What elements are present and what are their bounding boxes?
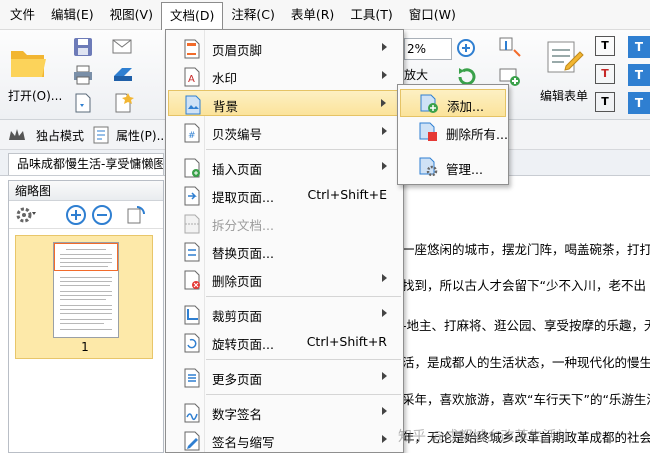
submenu-arrow-icon [382, 71, 387, 79]
rotate-thumb-icon[interactable] [125, 204, 147, 226]
scan-icon[interactable] [112, 64, 136, 84]
submenu-arrow-icon [382, 43, 387, 51]
thumbnail-page-preview [53, 242, 119, 338]
svg-text:A: A [188, 74, 195, 85]
submenu-arrow-icon [382, 274, 387, 282]
thumbnail-page-number: 1 [81, 340, 89, 354]
extract-pages-icon [184, 186, 200, 206]
menu-window[interactable]: 窗口(W) [401, 2, 464, 28]
insert-page-icon [184, 158, 200, 178]
menu-tools[interactable]: 工具(T) [342, 2, 400, 28]
menu-item-extract-pages[interactable]: 提取页面... Ctrl+Shift+E [168, 182, 401, 208]
watermark-text: 知乎 @成都城乡改革生活社 [398, 429, 571, 445]
menu-item-sign-initials[interactable]: 签名与缩写 [168, 427, 401, 453]
menu-item-watermark[interactable]: A 水印 [168, 63, 401, 89]
menu-item-bates-number[interactable]: # 贝茨编号 [168, 119, 401, 145]
document-tab[interactable]: 品味成都慢生活-享受慵懒图 [8, 153, 164, 175]
menu-file[interactable]: 文件 [0, 2, 43, 28]
edit-form-label[interactable]: 编辑表单 [540, 87, 588, 104]
menu-item-more-pages[interactable]: 更多页面 [168, 364, 401, 390]
document-text-line: 采年，喜欢旅游，喜欢“车行天下”的“乐游生活 [402, 392, 650, 407]
text-select-icon[interactable] [498, 36, 522, 58]
submenu-arrow-icon [382, 372, 387, 380]
sign-initials-icon [184, 431, 200, 451]
mail-icon[interactable] [112, 36, 136, 56]
add-background-icon [420, 94, 438, 113]
submenu-item-manage[interactable]: 管理... [400, 153, 506, 181]
bates-number-icon: # [184, 123, 200, 143]
submenu-arrow-icon [381, 99, 386, 107]
more-pages-icon [184, 368, 200, 388]
manage-background-icon [419, 157, 438, 177]
watermark-icon: A [184, 67, 200, 87]
menu-edit[interactable]: 编辑(E) [43, 2, 102, 28]
menu-item-digital-signature[interactable]: 数字签名 [168, 399, 401, 425]
crown-icon [9, 129, 25, 140]
gear-icon[interactable] [15, 205, 37, 225]
submenu-arrow-icon [382, 127, 387, 135]
header-footer-icon [184, 39, 200, 59]
delete-pages-icon [184, 270, 200, 290]
print-icon[interactable] [72, 64, 94, 86]
menu-item-rotate-pages[interactable]: 旋转页面... Ctrl+Shift+R [168, 329, 401, 355]
properties-icon [93, 126, 109, 144]
menu-form[interactable]: 表单(R) [283, 2, 342, 28]
document-text-line: -地主、打麻将、逛公园、享受按摩的乐趣，无 [402, 318, 650, 333]
new-doc-icon[interactable] [112, 92, 136, 114]
digital-signature-icon [184, 403, 200, 423]
thumbnail-page-1[interactable]: 1 [15, 235, 153, 359]
submenu-arrow-icon [382, 407, 387, 415]
menu-item-insert-page[interactable]: 插入页面 [168, 154, 401, 180]
typewriter-icon[interactable]: T [595, 92, 615, 112]
zoom-out-thumb-icon[interactable] [91, 204, 113, 226]
menu-item-replace-pages[interactable]: 替换页面... [168, 238, 401, 264]
folder-open-icon [11, 51, 46, 77]
text-box-icon[interactable]: T [628, 36, 650, 58]
text-field-icon[interactable]: T [595, 36, 615, 56]
strike-text-icon[interactable]: T [595, 64, 615, 84]
submenu-arrow-icon [382, 435, 387, 443]
rotate-pages-icon [184, 333, 200, 353]
menu-comment[interactable]: 注释(C) [223, 2, 282, 28]
submenu-arrow-icon [382, 309, 387, 317]
document-menu-dropdown: 页眉页脚 A 水印 背景 # 贝茨编号 插入页面 提取页面... Ctrl+Sh… [165, 29, 404, 453]
edit-form-icon[interactable] [544, 36, 584, 76]
svg-text:#: # [188, 131, 196, 141]
menu-item-header-footer[interactable]: 页眉页脚 [168, 35, 401, 61]
thumbnail-panel: 缩略图 1 [8, 180, 164, 453]
submenu-arrow-icon [382, 162, 387, 170]
thumbnail-toolbar [9, 201, 163, 229]
properties-button[interactable]: 属性(P)... [116, 127, 168, 144]
document-text-line: 一座悠闲的城市，摆龙门阵，喝盖碗茶，打打麻将 [402, 242, 650, 257]
menu-document[interactable]: 文档(D) [160, 1, 224, 30]
document-text-line: 找到，所以古人才会留下“少不入川，老不出 [402, 278, 646, 293]
exclusive-mode-button[interactable]: 独占模式 [36, 127, 84, 144]
zoom-in-icon[interactable] [456, 38, 478, 60]
thumbnail-panel-header: 缩略图 [9, 181, 163, 201]
menu-item-delete-pages[interactable]: 删除页面 [168, 266, 401, 292]
save-icon[interactable] [72, 36, 94, 58]
open-label[interactable]: 打开(O)... [8, 87, 62, 104]
delete-background-icon [419, 122, 437, 141]
submenu-item-add[interactable]: 添加... [400, 89, 506, 117]
menu-view[interactable]: 视图(V) [102, 2, 161, 28]
zoom-input[interactable]: 2% [404, 38, 452, 60]
crop-pages-icon [184, 305, 200, 325]
background-icon [185, 95, 201, 115]
highlight-text-icon[interactable]: T [628, 92, 650, 114]
menu-item-crop-pages[interactable]: 裁剪页面 [168, 301, 401, 327]
submenu-item-delete-all[interactable]: 删除所有... [400, 118, 508, 146]
background-submenu: 添加... 删除所有... 管理... [397, 84, 509, 185]
menu-bar: 文件 编辑(E) 视图(V) 文档(D) 注释(C) 表单(R) 工具(T) 窗… [0, 0, 650, 30]
document-text-line: 活，是成都人的生活状态，一种现代化的慢生活 [402, 355, 650, 370]
zoom-in-thumb-icon[interactable] [65, 204, 87, 226]
open-button[interactable] [8, 38, 52, 88]
zoom-in-label[interactable]: 放大 [404, 66, 428, 83]
split-document-icon [184, 214, 200, 234]
page-icon[interactable] [72, 92, 94, 114]
menu-item-split-document[interactable]: 拆分文档... [168, 210, 401, 236]
menu-item-background[interactable]: 背景 [168, 90, 401, 116]
callout-icon[interactable]: T [628, 64, 650, 86]
replace-pages-icon [184, 242, 200, 262]
